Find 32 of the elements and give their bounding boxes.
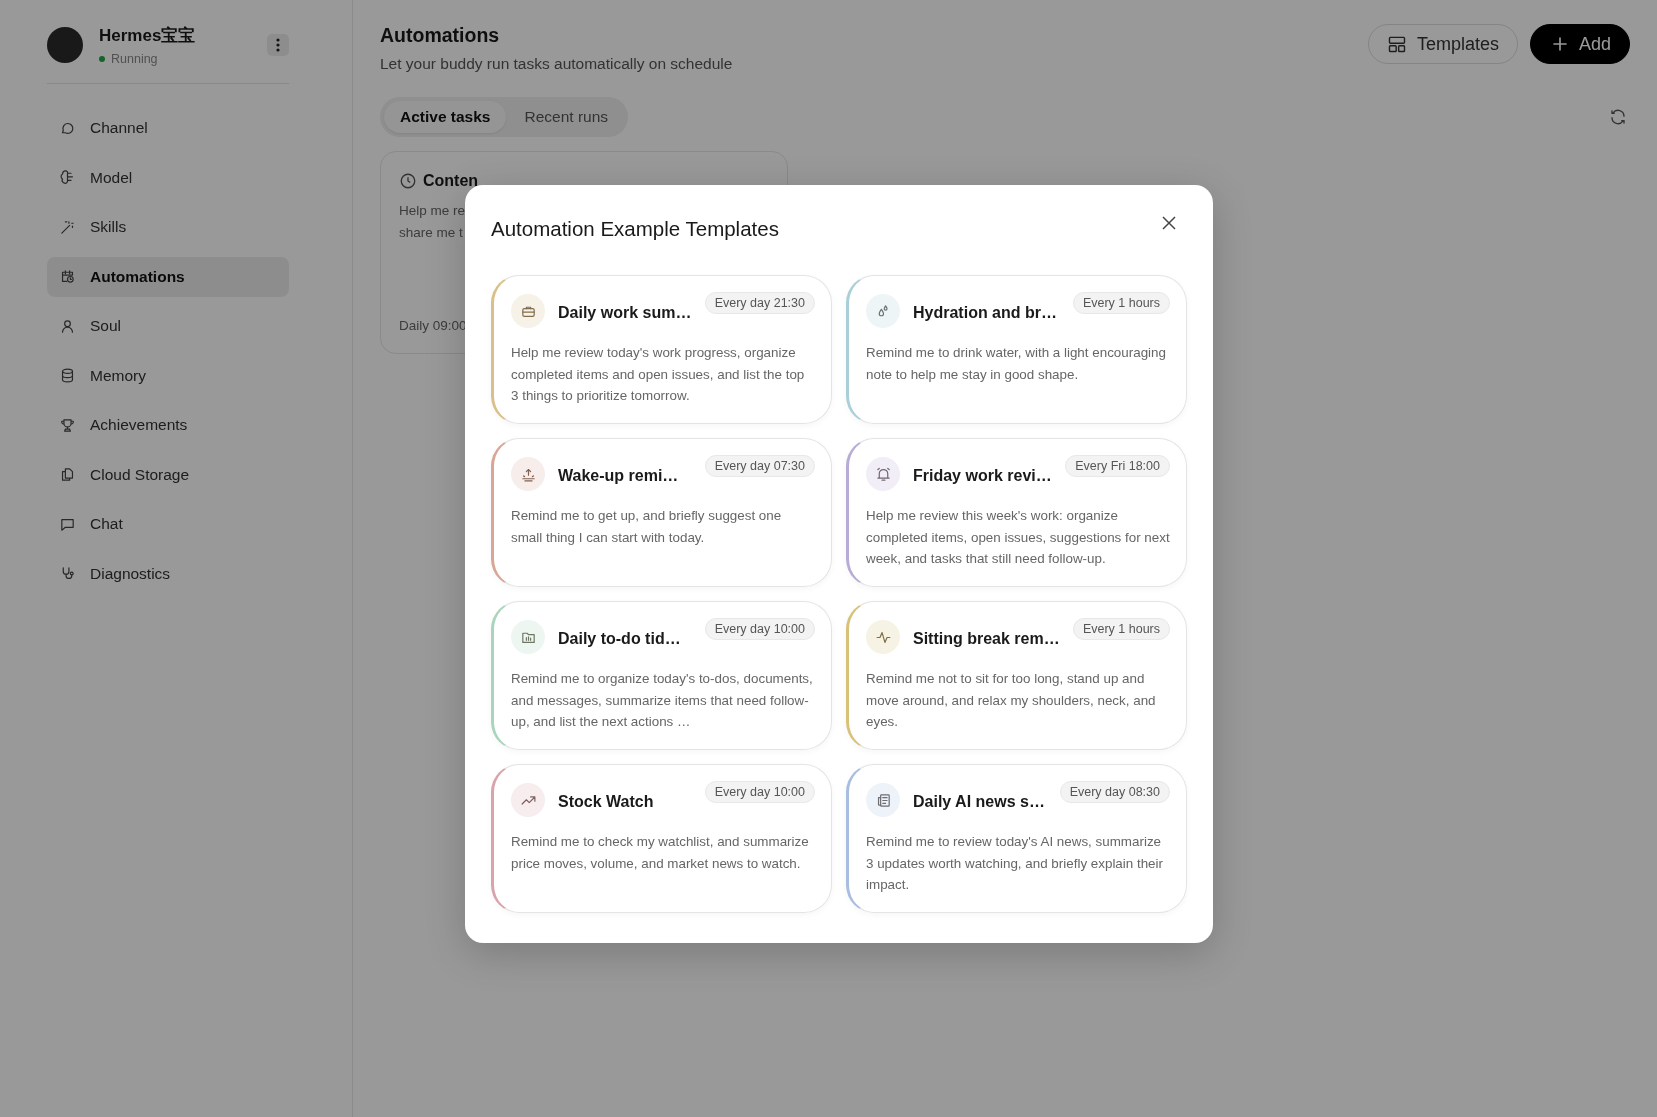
schedule-badge: Every day 08:30 [1059, 781, 1170, 803]
template-description: Remind me to get up, and briefly suggest one small thing I can start with today. [511, 507, 783, 547]
template-title: Daily AI news s… [913, 793, 1046, 811]
template-description: Remind me to organize today's to-dos, documents, and messages, summarize items that need follow-up, and list the next actions … [511, 670, 814, 731]
task-description: Help me re [399, 202, 466, 220]
schedule-badge: Every 1 hours [1072, 292, 1170, 314]
page-subtitle: Let your buddy run tasks automatically on schedule [380, 55, 733, 73]
page-title: Automations [380, 24, 501, 47]
dialog-title: Automation Example Templates [491, 217, 779, 241]
template-title: Daily to-do tid… [558, 630, 682, 648]
template-title: Friday work revi… [913, 467, 1053, 485]
template-description: Help me review today's work progress, organize completed items and open issues, and list the top 3 things to prioritize tomorrow. [511, 344, 806, 405]
template-title: Stock Watch [558, 793, 655, 811]
schedule-badge: Every 1 hours [1072, 618, 1170, 640]
template-description: Help me review this week's work: organize completed items, open issues, suggestions for next week, and tasks that still need follow-up. [866, 507, 1170, 568]
schedule-badge: Every day 07:30 [704, 455, 815, 477]
schedule-badge: Every day 10:00 [704, 781, 815, 803]
template-title: Hydration and br… [913, 304, 1058, 322]
template-title: Sitting break rem… [913, 630, 1061, 648]
task-description: share me t [399, 224, 463, 242]
template-description: Remind me not to sit for too long, stand up and move around, and relax my shoulders, neck, and eyes. [866, 670, 1157, 731]
schedule-badge: Every Fri 18:00 [1065, 455, 1170, 477]
profile-name: Hermes宝宝 [99, 25, 197, 47]
template-description: Remind me to drink water, with a light encouraging note to help me stay in good shape. [866, 344, 1167, 384]
task-title: Conten [423, 172, 479, 190]
template-description: Remind me to review today's AI news, summarize 3 updates worth watching, and briefly explain their impact. [866, 833, 1164, 894]
schedule-badge: Every day 10:00 [704, 618, 815, 640]
template-description: Remind me to check my watchlist, and summarize price moves, volume, and market news to watch. [511, 833, 810, 873]
schedule-badge: Every day 21:30 [704, 292, 815, 314]
status-text: Running [111, 52, 158, 66]
template-title: Daily work sum… [558, 304, 693, 322]
template-title: Wake-up remi… [558, 467, 680, 485]
